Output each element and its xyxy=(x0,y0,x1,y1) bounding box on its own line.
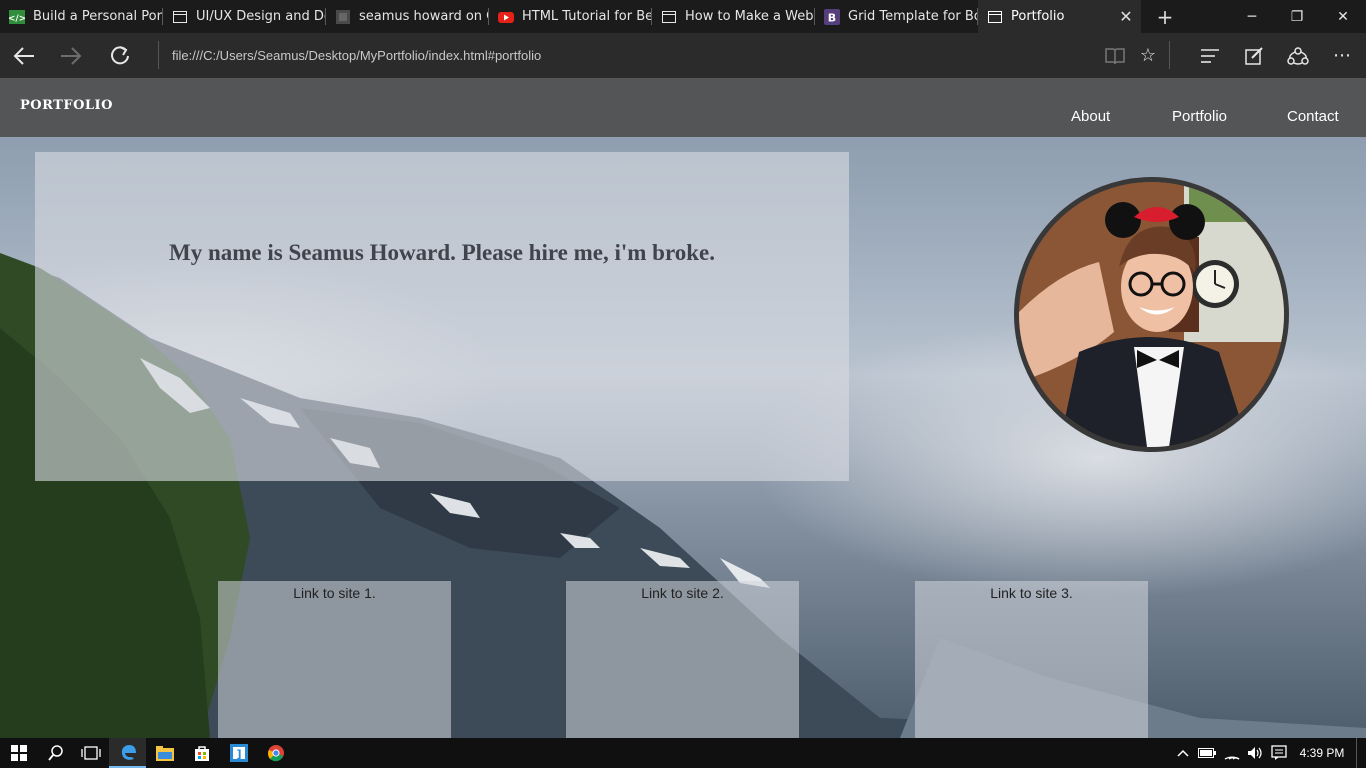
svg-text:]: ] xyxy=(236,748,241,761)
toolbar-separator xyxy=(1169,41,1170,69)
site-brand-link[interactable]: PORTFOLIO xyxy=(20,98,113,113)
browser-tab[interactable]: B Grid Template for Boo xyxy=(815,0,978,33)
tab-title: Portfolio xyxy=(1011,9,1065,24)
store-icon[interactable] xyxy=(183,738,220,768)
browser-tab-active[interactable]: Portfolio ✕ xyxy=(978,0,1141,33)
share-icon[interactable] xyxy=(1276,33,1320,78)
search-icon[interactable] xyxy=(37,738,74,768)
browser-tab[interactable]: How to Make a Websi xyxy=(652,0,815,33)
page-icon xyxy=(172,9,188,25)
close-tab-icon[interactable]: ✕ xyxy=(1111,7,1141,26)
browser-tab[interactable]: UI/UX Design and Dev xyxy=(163,0,326,33)
show-hidden-icons-icon[interactable] xyxy=(1174,738,1192,768)
browser-tab[interactable]: </> Build a Personal Portfo xyxy=(0,0,163,33)
youtube-icon xyxy=(498,9,514,25)
page-icon xyxy=(987,9,1003,25)
start-icon[interactable] xyxy=(0,738,37,768)
tab-title: Build a Personal Portfo xyxy=(33,9,163,24)
hub-icon[interactable] xyxy=(1188,33,1232,78)
code-course-icon: </> xyxy=(9,9,25,25)
battery-icon[interactable] xyxy=(1196,738,1218,768)
site-link-2[interactable]: Link to site 2. xyxy=(641,585,724,601)
nav-contact-link[interactable]: Contact xyxy=(1287,108,1339,125)
nav-about-link[interactable]: About xyxy=(1071,108,1110,125)
tab-title: Grid Template for Boo xyxy=(848,9,978,24)
address-bar: file:///C:/Users/Seamus/Desktop/MyPortfo… xyxy=(0,33,1366,78)
page-viewport: PORTFOLIO About Portfolio Contact My nam… xyxy=(0,78,1366,738)
web-note-icon[interactable] xyxy=(1232,33,1276,78)
hero-heading: My name is Seamus Howard. Please hire me… xyxy=(169,240,715,265)
site-link-1[interactable]: Link to site 1. xyxy=(293,585,376,601)
favorite-star-icon[interactable]: ☆ xyxy=(1126,33,1170,78)
svg-text:</>: </> xyxy=(9,14,25,24)
minimize-icon[interactable]: ─ xyxy=(1229,0,1275,33)
more-icon[interactable]: ⋯ xyxy=(1320,33,1364,78)
new-tab-icon[interactable]: + xyxy=(1141,0,1189,33)
bootstrap-icon: B xyxy=(824,8,840,25)
site-link-card-3[interactable]: Link to site 3. xyxy=(915,581,1148,738)
site-header: PORTFOLIO About Portfolio Contact xyxy=(0,78,1366,137)
forward-icon[interactable] xyxy=(48,33,94,78)
task-view-icon[interactable] xyxy=(72,738,109,768)
chrome-icon[interactable] xyxy=(257,738,294,768)
volume-icon[interactable] xyxy=(1244,738,1266,768)
browser-tab[interactable]: seamus howard on Cc xyxy=(326,0,489,33)
nav-portfolio-link[interactable]: Portfolio xyxy=(1172,108,1227,125)
back-icon[interactable] xyxy=(1,33,47,78)
refresh-icon[interactable] xyxy=(97,33,143,78)
url-field[interactable]: file:///C:/Users/Seamus/Desktop/MyPortfo… xyxy=(172,33,541,78)
tab-title: UI/UX Design and Dev xyxy=(196,9,326,24)
svg-text:B: B xyxy=(828,11,836,24)
taskbar-clock[interactable]: 4:39 PM xyxy=(1296,738,1348,768)
wifi-icon[interactable] xyxy=(1221,738,1243,768)
site-link-card-1[interactable]: Link to site 1. xyxy=(218,581,451,738)
tab-title: seamus howard on Cc xyxy=(359,9,489,24)
windows-taskbar: ] 4:39 PM xyxy=(0,738,1366,768)
site-link-card-2[interactable]: Link to site 2. xyxy=(566,581,799,738)
browser-tab-bar: </> Build a Personal Portfo UI/UX Design… xyxy=(0,0,1366,33)
code-editor-icon[interactable]: ] xyxy=(220,738,257,768)
address-separator xyxy=(158,41,159,69)
window-close-icon[interactable]: ✕ xyxy=(1320,0,1366,33)
show-desktop-button[interactable] xyxy=(1356,738,1366,768)
hero-panel: My name is Seamus Howard. Please hire me… xyxy=(35,152,849,481)
restore-icon[interactable]: ❐ xyxy=(1274,0,1320,33)
tab-title: How to Make a Websi xyxy=(685,9,815,24)
browser-tab[interactable]: HTML Tutorial for Beg xyxy=(489,0,652,33)
profile-photo xyxy=(1014,177,1289,452)
codepen-icon xyxy=(335,9,351,25)
action-center-icon[interactable] xyxy=(1268,738,1290,768)
edge-taskbar-icon[interactable] xyxy=(109,738,146,768)
page-icon xyxy=(661,9,677,25)
site-link-3[interactable]: Link to site 3. xyxy=(990,585,1073,601)
tab-title: HTML Tutorial for Beg xyxy=(522,9,652,24)
file-explorer-icon[interactable] xyxy=(146,738,183,768)
